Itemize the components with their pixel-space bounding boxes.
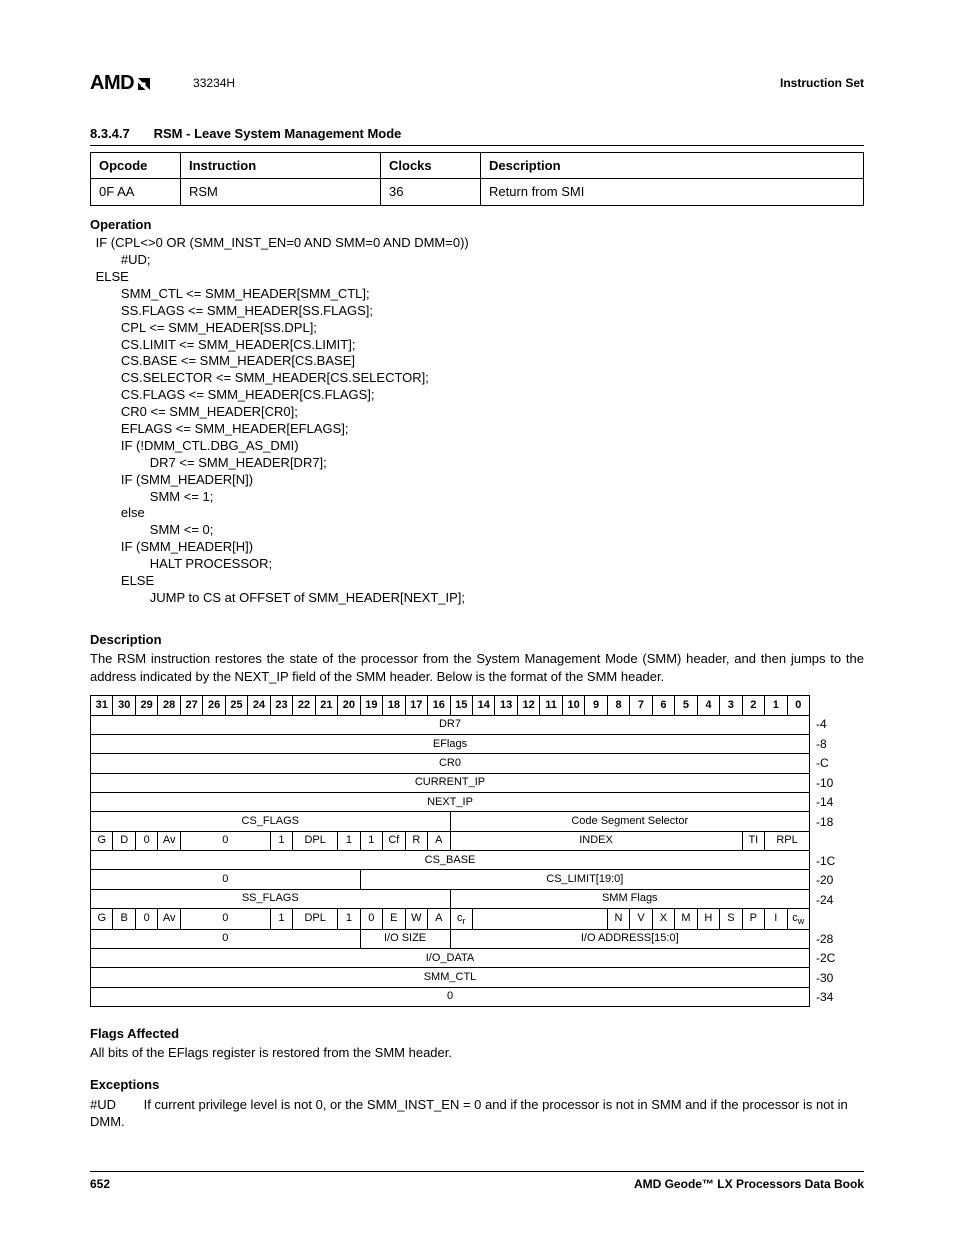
offset-column: -4 -8 -C -10 -14 -18 -1C -20 -24 -28 -2C… [810, 695, 835, 1007]
th-instruction: Instruction [181, 152, 381, 179]
exception-code: #UD [90, 1096, 140, 1114]
bit-layout-diagram: 31302928 27262524 23222120 19181716 1514… [90, 695, 864, 1007]
page-header: AMD 33234H Instruction Set [90, 70, 864, 97]
operation-heading: Operation [90, 216, 864, 234]
footer-title: AMD Geode™ LX Processors Data Book [634, 1176, 864, 1192]
flags-text: All bits of the EFlags register is resto… [90, 1044, 864, 1062]
table-row: 0F AA RSM 36 Return from SMI [91, 179, 864, 206]
doc-number: 33234H [193, 75, 235, 91]
offset-label: -1C [816, 851, 835, 871]
amd-logo: AMD [90, 70, 153, 97]
offset-label [816, 909, 835, 929]
exception-text: If current privilege level is not 0, or … [90, 1097, 848, 1130]
row-eflags: EFlags [91, 735, 810, 754]
offset-label [816, 831, 835, 851]
amd-arrow-icon [135, 75, 153, 93]
row-next-ip: NEXT_IP [91, 792, 810, 811]
row-io-data: I/O_DATA [91, 948, 810, 967]
row-cs-limit: CS_LIMIT[19:0] [360, 870, 809, 889]
row-css: Code Segment Selector [450, 812, 810, 831]
th-clocks: Clocks [381, 152, 481, 179]
row-cs-flags: CS_FLAGS [91, 812, 451, 831]
section-name: RSM - Leave System Management Mode [154, 126, 402, 141]
offset-label: -18 [816, 812, 835, 832]
td-description: Return from SMI [481, 179, 864, 206]
offset-label: -34 [816, 987, 835, 1007]
exceptions-heading: Exceptions [90, 1076, 864, 1094]
cr-cell: cr [450, 908, 472, 929]
offset-label: -8 [816, 734, 835, 754]
row-cs-base: CS_BASE [91, 850, 810, 869]
offset-label: -20 [816, 870, 835, 890]
row-current-ip: CURRENT_IP [91, 773, 810, 792]
offset-label: -24 [816, 890, 835, 910]
row-smm-ctl: SMM_CTL [91, 968, 810, 987]
offset-label: -4 [816, 714, 835, 734]
page-footer: 652 AMD Geode™ LX Processors Data Book [90, 1171, 864, 1192]
offset-label: -14 [816, 792, 835, 812]
bit-table: 31302928 27262524 23222120 19181716 1514… [90, 695, 810, 1007]
section-header-right: Instruction Set [780, 75, 864, 91]
logo-text: AMD [90, 70, 134, 97]
row-zero: 0 [91, 987, 810, 1006]
cw-cell: cw [787, 908, 809, 929]
row-ss-flags: SS_FLAGS [91, 889, 451, 908]
row-smm-flags: SMM Flags [450, 889, 810, 908]
offset-label: -2C [816, 948, 835, 968]
opcode-table: Opcode Instruction Clocks Description 0F… [90, 152, 864, 206]
row-dr7: DR7 [91, 715, 810, 734]
operation-code: IF (CPL<>0 OR (SMM_INST_EN=0 AND SMM=0 A… [92, 235, 864, 607]
description-text: The RSM instruction restores the state o… [90, 650, 864, 685]
section-number: 8.3.4.7 [90, 125, 150, 143]
description-heading: Description [90, 631, 864, 649]
th-opcode: Opcode [91, 152, 181, 179]
offset-label: -C [816, 753, 835, 773]
page-number: 652 [90, 1176, 110, 1192]
td-instruction: RSM [181, 179, 381, 206]
offset-label: -10 [816, 773, 835, 793]
td-clocks: 36 [381, 179, 481, 206]
th-description: Description [481, 152, 864, 179]
offset-label: -28 [816, 929, 835, 949]
td-opcode: 0F AA [91, 179, 181, 206]
flags-heading: Flags Affected [90, 1025, 864, 1043]
offset-label: -30 [816, 968, 835, 988]
bit-header-row: 31302928 27262524 23222120 19181716 1514… [91, 696, 810, 715]
exception-entry: #UD If current privilege level is not 0,… [90, 1096, 864, 1131]
section-title: 8.3.4.7 RSM - Leave System Management Mo… [90, 125, 864, 146]
row-cr0: CR0 [91, 754, 810, 773]
